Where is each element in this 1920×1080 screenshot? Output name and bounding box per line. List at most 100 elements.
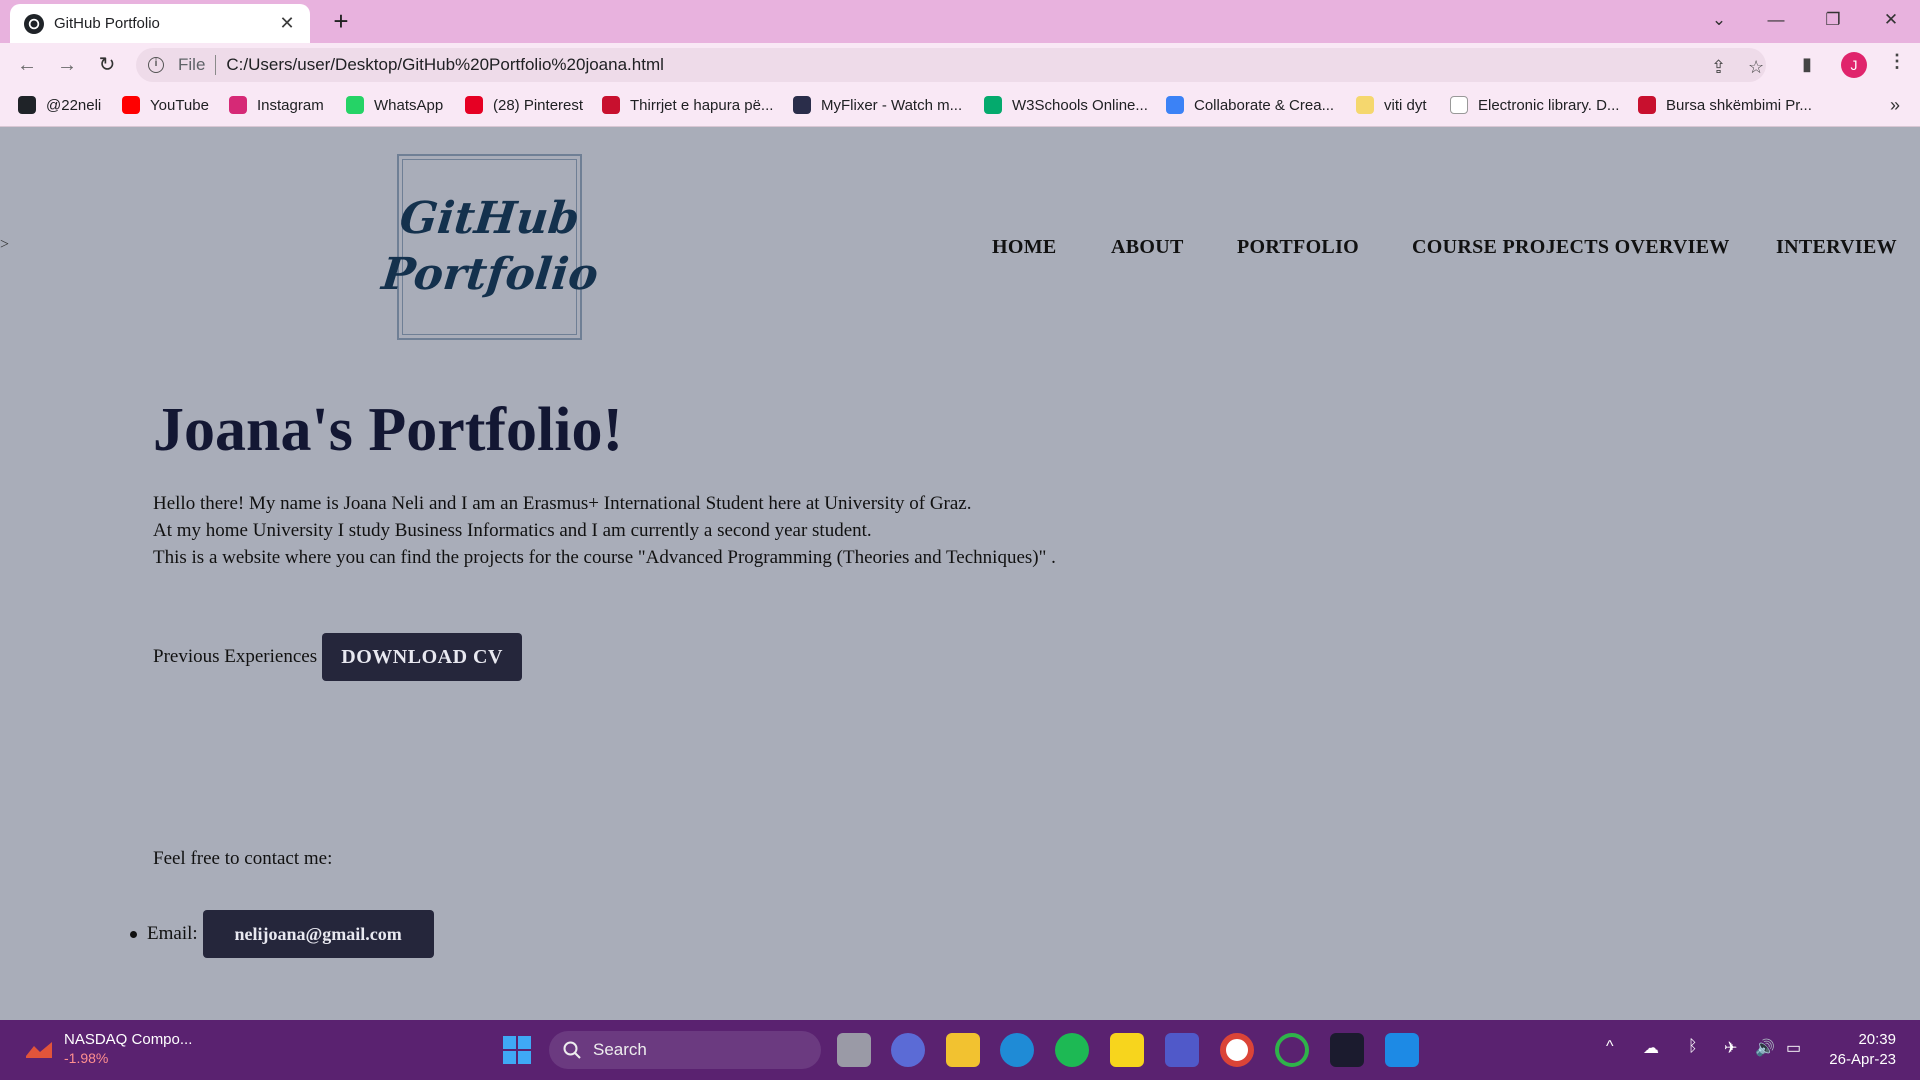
bookmark-label: Electronic library. D... bbox=[1478, 96, 1620, 114]
star-icon[interactable]: ☆ bbox=[1748, 57, 1764, 78]
chat-icon[interactable] bbox=[891, 1033, 925, 1067]
intro-text: Hello there! My name is Joana Neli and I… bbox=[153, 490, 1056, 571]
airplane-mode-icon[interactable]: ✈ bbox=[1724, 1038, 1737, 1058]
teams-icon[interactable] bbox=[1165, 1033, 1199, 1067]
bookmark-item[interactable]: WhatsApp bbox=[346, 96, 443, 114]
close-window-button[interactable]: ✕ bbox=[1868, 4, 1914, 36]
intro-line-1: Hello there! My name is Joana Neli and I… bbox=[153, 493, 972, 514]
previous-experiences-label: Previous Experiences bbox=[153, 646, 318, 667]
library-icon bbox=[1450, 96, 1468, 114]
battery-icon[interactable]: ▭ bbox=[1786, 1038, 1801, 1058]
canva-icon bbox=[1166, 96, 1184, 114]
nav-portfolio[interactable]: PORTFOLIO bbox=[1237, 236, 1359, 259]
bookmark-item[interactable]: Instagram bbox=[229, 96, 324, 114]
widget-change: -1.98% bbox=[64, 1050, 109, 1066]
bookmark-item[interactable]: viti dyt bbox=[1356, 96, 1427, 114]
address-bar[interactable]: i File C:/Users/user/Desktop/GitHub%20Po… bbox=[136, 48, 1766, 82]
bookmark-item[interactable]: Collaborate & Crea... bbox=[1166, 96, 1334, 114]
address-divider bbox=[215, 55, 217, 75]
taskbar-search[interactable]: Search bbox=[549, 1031, 821, 1069]
webex-icon[interactable] bbox=[1330, 1033, 1364, 1067]
nav-course-projects-overview[interactable]: COURSE PROJECTS OVERVIEW bbox=[1412, 236, 1730, 259]
bookmark-label: YouTube bbox=[150, 96, 209, 114]
bookmark-item[interactable]: Thirrjet e hapura pë... bbox=[602, 96, 773, 114]
back-icon[interactable]: ← bbox=[12, 51, 42, 81]
bookmark-label: @22neli bbox=[46, 96, 102, 114]
bookmark-label: WhatsApp bbox=[374, 96, 444, 114]
bookmarks-bar: » @22neli YouTube Instagram WhatsApp (28) Pi… bbox=[0, 87, 1920, 127]
bookmark-item[interactable]: YouTube bbox=[122, 96, 209, 114]
nav-home[interactable]: HOME bbox=[992, 236, 1057, 259]
previous-experiences-row: Previous Experiences DOWNLOAD CV bbox=[153, 633, 523, 681]
share-icon[interactable]: ⇪ bbox=[1711, 57, 1726, 78]
page-content: > GitHub Portfolio HOME ABOUT PORTFOLIO … bbox=[0, 128, 1920, 1020]
logo-line-1: GitHub bbox=[397, 193, 582, 244]
tab-search-icon[interactable]: ⌄ bbox=[1696, 4, 1742, 36]
bullet bbox=[130, 930, 137, 938]
system-clock[interactable]: 20:39 26-Apr-23 bbox=[1829, 1030, 1896, 1070]
site-logo[interactable]: GitHub Portfolio bbox=[379, 154, 600, 340]
close-tab-icon[interactable]: ✕ bbox=[276, 13, 298, 34]
bookmark-item[interactable]: Bursa shkëmbimi Pr... bbox=[1638, 96, 1812, 114]
bookmark-label: MyFlixer - Watch m... bbox=[821, 96, 963, 114]
email-label: Email: bbox=[147, 923, 198, 944]
forward-icon[interactable]: → bbox=[52, 51, 82, 81]
onedrive-icon[interactable]: ☁ bbox=[1643, 1038, 1659, 1058]
widget-title: NASDAQ Compo... bbox=[64, 1031, 193, 1048]
show-hidden-icons[interactable]: ^ bbox=[1606, 1038, 1614, 1056]
taskbar: NASDAQ Compo... -1.98% Search ^ ☁ ᛒ ✈ 🔊 … bbox=[0, 1020, 1920, 1080]
eagle-icon bbox=[602, 96, 620, 114]
file-explorer-icon[interactable] bbox=[946, 1033, 980, 1067]
side-panel-icon[interactable]: ▮ bbox=[1802, 54, 1812, 75]
bookmark-item[interactable]: W3Schools Online... bbox=[984, 96, 1148, 114]
side-arrow[interactable]: > bbox=[0, 236, 9, 254]
bookmark-item[interactable]: @22neli bbox=[18, 96, 101, 114]
email-list-item: Email: nelijoana@gmail.com bbox=[130, 910, 434, 958]
edge-icon[interactable] bbox=[1000, 1033, 1034, 1067]
bookmark-item[interactable]: Electronic library. D... bbox=[1450, 96, 1619, 114]
new-tab-button[interactable]: + bbox=[325, 6, 357, 38]
loading-app-icon[interactable] bbox=[1275, 1033, 1309, 1067]
vscode-icon[interactable] bbox=[1385, 1033, 1419, 1067]
more-bookmarks-icon[interactable]: » bbox=[1890, 95, 1900, 116]
sticky-notes-icon[interactable] bbox=[1110, 1033, 1144, 1067]
github-icon bbox=[18, 96, 36, 114]
intro-line-2: At my home University I study Business I… bbox=[153, 520, 872, 541]
restore-button[interactable]: ❐ bbox=[1810, 4, 1856, 36]
bookmark-label: Thirrjet e hapura pë... bbox=[630, 96, 774, 114]
menu-icon[interactable]: ⋮ bbox=[1888, 51, 1906, 72]
nav-about[interactable]: ABOUT bbox=[1111, 236, 1184, 259]
eagle-icon bbox=[1638, 96, 1656, 114]
download-cv-button[interactable]: DOWNLOAD CV bbox=[322, 633, 523, 681]
task-view-icon[interactable] bbox=[837, 1033, 871, 1067]
browser-tab[interactable]: GitHub Portfolio ✕ bbox=[10, 4, 310, 43]
bluetooth-icon[interactable]: ᛒ bbox=[1688, 1038, 1698, 1056]
chrome-icon[interactable] bbox=[1220, 1033, 1254, 1067]
bookmark-label: Collaborate & Crea... bbox=[1194, 96, 1335, 114]
minimize-button[interactable]: — bbox=[1753, 4, 1799, 36]
bookmark-label: viti dyt bbox=[1384, 96, 1427, 114]
tab-title: GitHub Portfolio bbox=[54, 15, 160, 32]
email-button[interactable]: nelijoana@gmail.com bbox=[202, 910, 434, 958]
volume-icon[interactable]: 🔊 bbox=[1755, 1038, 1775, 1058]
folder-icon bbox=[1356, 96, 1374, 114]
w3schools-icon bbox=[984, 96, 1002, 114]
search-label: Search bbox=[593, 1040, 647, 1059]
bookmark-label: (28) Pinterest bbox=[493, 96, 584, 114]
tab-strip: GitHub Portfolio ✕ + ⌄ — ❐ ✕ bbox=[0, 0, 1920, 43]
film-icon bbox=[793, 96, 811, 114]
bookmark-label: Instagram bbox=[257, 96, 324, 114]
bookmark-item[interactable]: (28) Pinterest bbox=[465, 96, 583, 114]
bookmark-label: W3Schools Online... bbox=[1012, 96, 1148, 114]
contact-label: Feel free to contact me: bbox=[153, 848, 333, 869]
info-icon[interactable]: i bbox=[148, 57, 164, 73]
bookmark-item[interactable]: MyFlixer - Watch m... bbox=[793, 96, 962, 114]
spotify-icon[interactable] bbox=[1055, 1033, 1089, 1067]
nav-interview[interactable]: INTERVIEW bbox=[1776, 236, 1897, 259]
reload-icon[interactable]: ↻ bbox=[92, 51, 122, 81]
address-url[interactable]: C:/Users/user/Desktop/GitHub%20Portfolio… bbox=[226, 55, 663, 75]
profile-avatar[interactable]: J bbox=[1841, 52, 1867, 78]
stock-chart-icon bbox=[26, 1042, 52, 1058]
stocks-widget[interactable]: NASDAQ Compo... -1.98% bbox=[24, 1030, 192, 1068]
windows-start-icon[interactable] bbox=[500, 1033, 534, 1067]
